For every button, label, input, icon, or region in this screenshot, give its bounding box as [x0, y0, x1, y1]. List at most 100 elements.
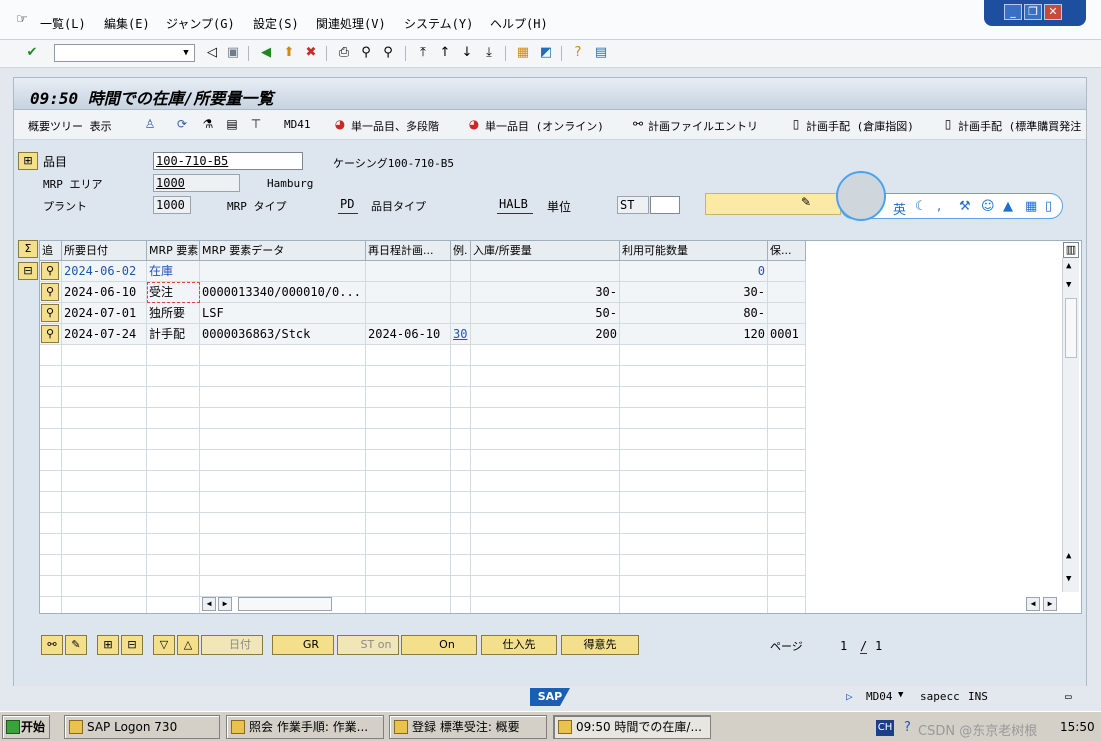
scroll-up-icon[interactable]: ▲ [1066, 551, 1071, 561]
table-row[interactable] [40, 387, 806, 408]
menu-list[interactable]: 一覧(L) [40, 15, 86, 32]
column-header[interactable]: 再日程計画... [366, 241, 451, 261]
table-row[interactable]: 2024-06-02 在庫 0 [40, 261, 806, 282]
sum-icon[interactable]: Σ [18, 240, 38, 258]
planning-file-entry-button[interactable]: 計画ファイルエントリ [648, 118, 758, 134]
arrow-left-icon[interactable]: ◁ [204, 45, 220, 61]
edit-pencil-button[interactable]: ✎ [65, 635, 87, 655]
material-toggle-icon[interactable]: ⊞ [18, 152, 38, 170]
shortcut-icon[interactable]: ◩ [538, 45, 554, 61]
help-icon[interactable]: ? [904, 720, 911, 735]
ime-avatar-icon[interactable] [836, 171, 886, 221]
table-row[interactable] [40, 345, 806, 366]
cancel-icon[interactable]: ✖ [303, 45, 319, 61]
table-row[interactable]: 2024-07-01 独所要 LSF 50- 80- [40, 303, 806, 324]
scroll-down-icon[interactable]: ▼ [1066, 280, 1071, 290]
layout-menu-icon[interactable]: ▤ [593, 45, 609, 61]
moon-icon[interactable]: ☾ [915, 199, 927, 214]
previous-page-icon[interactable]: ↑ [437, 45, 453, 61]
planned-order-standard-button[interactable]: 計画手配 (標準購買発注 [958, 118, 1081, 134]
glasses-button[interactable]: ⚯ [41, 635, 63, 655]
customer-button[interactable]: 得意先 [561, 635, 639, 655]
scroll-up-icon[interactable]: ▲ [1066, 261, 1071, 271]
punctuation-icon[interactable]: , [937, 199, 941, 214]
row-detail-icon[interactable]: ⚲ [41, 325, 59, 343]
play-icon[interactable]: ▷ [846, 690, 853, 703]
table-row[interactable] [40, 429, 806, 450]
wrench-icon[interactable]: ⚒ [959, 199, 971, 214]
restore-icon[interactable]: ❐ [1024, 4, 1042, 20]
md41-button[interactable]: MD41 [284, 118, 311, 131]
table-row[interactable] [40, 534, 806, 555]
chevron-down-icon[interactable]: ▼ [178, 45, 194, 61]
table-row[interactable] [40, 366, 806, 387]
menu-edit[interactable]: 編集(E) [104, 15, 150, 32]
next-page-icon[interactable]: ↓ [459, 45, 475, 61]
gr-button[interactable]: GR [272, 635, 334, 655]
menu-settings[interactable]: 設定(S) [253, 15, 299, 32]
taskbar-item-routing[interactable]: 照会 作業手順: 作業... [226, 715, 384, 739]
chevron-down-icon[interactable]: ▼ [898, 690, 903, 700]
taskbar-item-mrp-list[interactable]: 09:50 時間での在庫/... [553, 715, 711, 739]
column-filter-icon[interactable]: ⊤ [248, 117, 264, 132]
tcode-display[interactable]: MD04 [866, 690, 893, 703]
person-icon[interactable]: ♙ [142, 117, 158, 132]
table-row[interactable] [40, 555, 806, 576]
grid-icon[interactable]: ▦ [1025, 199, 1037, 214]
shirt-icon[interactable]: ▲ [1003, 199, 1013, 214]
row-detail-icon[interactable]: ⚲ [41, 304, 59, 322]
on-button[interactable]: On [401, 635, 477, 655]
overview-tree-button[interactable]: 概要ツリー 表示 [28, 118, 112, 134]
scroll-left-icon[interactable]: ◀ [202, 597, 216, 611]
st-on-button[interactable]: ST on [337, 635, 399, 655]
vertical-scrollbar[interactable]: ▲ ▼ ▲ ▼ [1062, 258, 1079, 592]
help-icon[interactable]: ? [570, 45, 586, 61]
ime-lang-label[interactable]: 英 [893, 199, 906, 218]
table-row[interactable] [40, 408, 806, 429]
column-header[interactable]: 追 [40, 241, 62, 261]
system-menu-icon[interactable]: ☞ [14, 12, 30, 28]
table-row[interactable] [40, 471, 806, 492]
menu-environment[interactable]: 関連処理(V) [316, 15, 386, 32]
close-icon[interactable]: ✕ [1044, 4, 1062, 20]
smiley-icon[interactable]: ☺ [981, 199, 995, 214]
scroll-left-icon[interactable]: ◀ [1026, 597, 1040, 611]
highlight-field[interactable]: ✎ [705, 193, 841, 215]
collapse-tree-button[interactable]: ⊟ [121, 635, 143, 655]
menu-system[interactable]: システム(Y) [404, 15, 473, 32]
taskbar-item-sales-order[interactable]: 登録 標準受注: 概要 [389, 715, 547, 739]
toggle-header-icon[interactable]: ⊟ [18, 262, 38, 280]
pencil-icon[interactable]: ✎ [801, 195, 811, 209]
last-page-icon[interactable]: ⤓ [481, 45, 497, 61]
planned-order-storage-button[interactable]: 計画手配 (倉庫指図) [806, 118, 914, 134]
scroll-down-icon[interactable]: ▼ [1066, 574, 1071, 584]
date-button[interactable]: 日付 [201, 635, 263, 655]
column-header[interactable]: 利用可能数量 [620, 241, 768, 261]
table-row[interactable] [40, 492, 806, 513]
scroll-right-icon[interactable]: ▶ [218, 597, 232, 611]
find-next-icon[interactable]: ⚲ [380, 45, 396, 61]
scroll-right-icon[interactable]: ▶ [1043, 597, 1057, 611]
single-item-online-button[interactable]: 単一品目 (オンライン) [485, 118, 604, 134]
column-header[interactable]: 所要日付 [62, 241, 147, 261]
column-header[interactable]: 入庫/所要量 [471, 241, 620, 261]
start-button[interactable]: 开始 [2, 715, 50, 739]
mrp-area-field[interactable]: 1000 [153, 174, 240, 192]
minimize-icon[interactable]: _ [1004, 4, 1022, 20]
column-header[interactable]: MRP 要素データ [200, 241, 366, 261]
material-field[interactable]: 100-710-B5 [153, 152, 303, 170]
row-detail-icon[interactable]: ⚲ [41, 283, 59, 301]
sort-down-button[interactable]: ▽ [153, 635, 175, 655]
single-item-multilevel-button[interactable]: 単一品目、多段階 [351, 118, 439, 134]
vendor-button[interactable]: 仕入先 [481, 635, 557, 655]
menu-goto[interactable]: ジャンプ(G) [166, 15, 235, 32]
find-icon[interactable]: ⚲ [358, 45, 374, 61]
column-header[interactable]: MRP 要素 [147, 241, 200, 261]
taskbar-item-sap-logon[interactable]: SAP Logon 730 [64, 715, 220, 739]
details-icon[interactable]: ▤ [224, 117, 240, 132]
sort-up-button[interactable]: △ [177, 635, 199, 655]
print-icon[interactable]: ⎙ [336, 45, 352, 61]
column-header[interactable]: 保... [768, 241, 806, 261]
command-field[interactable]: ▼ [54, 44, 195, 62]
column-header[interactable]: 例. [451, 241, 471, 261]
